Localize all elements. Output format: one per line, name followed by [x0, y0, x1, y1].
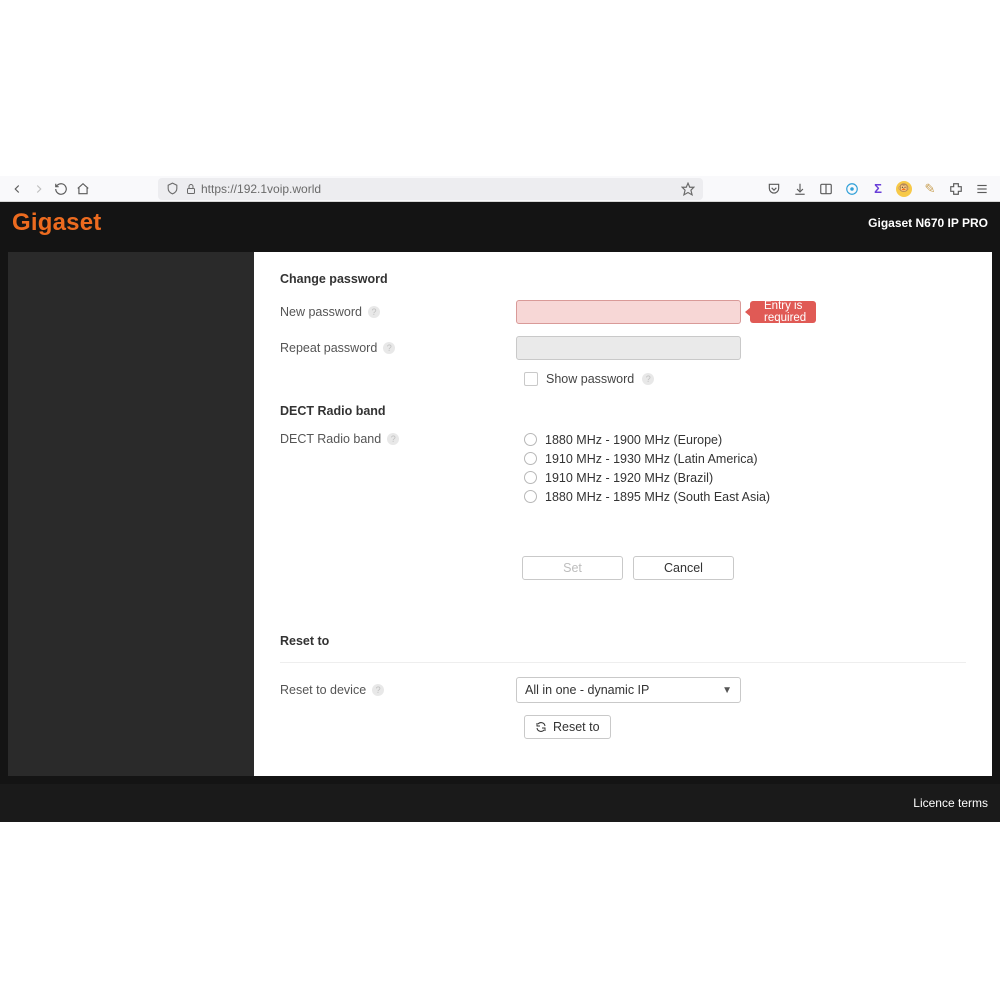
brand-logo: Gigaset: [12, 209, 101, 237]
repeat-password-input[interactable]: [516, 336, 741, 360]
licence-link[interactable]: Licence terms: [913, 796, 988, 810]
help-icon[interactable]: ?: [372, 684, 384, 696]
lock-icon: [185, 183, 197, 195]
url-text: https://192.1voip.world: [201, 182, 321, 196]
divider: [280, 662, 966, 663]
help-icon[interactable]: ?: [387, 433, 399, 445]
new-password-input[interactable]: [516, 300, 741, 324]
library-icon[interactable]: [818, 181, 834, 197]
row-repeat-password: Repeat password ?: [280, 336, 966, 360]
reload-button[interactable]: [52, 180, 70, 198]
radio-option[interactable]: 1880 MHz - 1895 MHz (South East Asia): [524, 487, 966, 506]
address-bar[interactable]: https://192.1voip.world: [158, 178, 703, 200]
label-dect-band: DECT Radio band ?: [280, 432, 516, 446]
radio-option[interactable]: 1880 MHz - 1900 MHz (Europe): [524, 430, 966, 449]
radio-icon: [524, 471, 537, 484]
row-reset-device: Reset to device ? All in one - dynamic I…: [280, 677, 966, 703]
action-buttons: Set Cancel: [522, 556, 966, 580]
toolbar-right-icons: Σ 🐵 ✎: [766, 181, 994, 197]
app-header: Gigaset Gigaset N670 IP PRO: [0, 202, 1000, 244]
error-tooltip: Entry is required: [750, 301, 816, 323]
app-footer: Licence terms: [0, 784, 1000, 822]
radio-option[interactable]: 1910 MHz - 1920 MHz (Brazil): [524, 468, 966, 487]
help-icon[interactable]: ?: [383, 342, 395, 354]
bookmark-star-icon[interactable]: [681, 182, 695, 196]
row-new-password: New password ? Entry is required: [280, 300, 966, 324]
show-password-checkbox[interactable]: [524, 372, 538, 386]
device-title: Gigaset N670 IP PRO: [868, 216, 988, 230]
set-button[interactable]: Set: [522, 556, 623, 580]
sidebar: [8, 252, 254, 776]
row-show-password: Show password ?: [524, 372, 966, 386]
refresh-icon: [535, 721, 547, 733]
label-show-password: Show password: [546, 372, 634, 386]
extensions-icon[interactable]: [948, 181, 964, 197]
section-reset-title: Reset to: [280, 634, 966, 648]
radio-icon: [524, 452, 537, 465]
section-dect-title: DECT Radio band: [280, 404, 966, 418]
select-value: All in one - dynamic IP: [525, 683, 649, 697]
label-reset-device: Reset to device ?: [280, 683, 516, 697]
cancel-button[interactable]: Cancel: [633, 556, 734, 580]
app-body: Change password New password ? Entry is …: [0, 244, 1000, 784]
browser-toolbar: https://192.1voip.world Σ 🐵 ✎: [0, 176, 1000, 202]
reset-to-button[interactable]: Reset to: [524, 715, 611, 739]
help-icon[interactable]: ?: [642, 373, 654, 385]
pocket-icon[interactable]: [766, 181, 782, 197]
reset-device-select[interactable]: All in one - dynamic IP ▼: [516, 677, 741, 703]
help-icon[interactable]: ?: [368, 306, 380, 318]
dect-radio-group: 1880 MHz - 1900 MHz (Europe) 1910 MHz - …: [524, 430, 966, 506]
broom-extension-icon[interactable]: ✎: [922, 181, 938, 197]
sigma-extension-icon[interactable]: Σ: [870, 181, 886, 197]
chevron-down-icon: ▼: [722, 685, 732, 696]
radio-icon: [524, 433, 537, 446]
label-repeat-password: Repeat password ?: [280, 341, 516, 355]
shield-icon: [166, 182, 179, 195]
extension-badge-icon[interactable]: 🐵: [896, 181, 912, 197]
home-button[interactable]: [74, 180, 92, 198]
download-icon[interactable]: [792, 181, 808, 197]
radio-option[interactable]: 1910 MHz - 1930 MHz (Latin America): [524, 449, 966, 468]
forward-button[interactable]: [30, 180, 48, 198]
circle-extension-icon[interactable]: [844, 181, 860, 197]
label-new-password: New password ?: [280, 305, 516, 319]
radio-icon: [524, 490, 537, 503]
content-panel: Change password New password ? Entry is …: [254, 252, 992, 776]
back-button[interactable]: [8, 180, 26, 198]
menu-icon[interactable]: [974, 181, 990, 197]
section-change-password-title: Change password: [280, 272, 966, 286]
